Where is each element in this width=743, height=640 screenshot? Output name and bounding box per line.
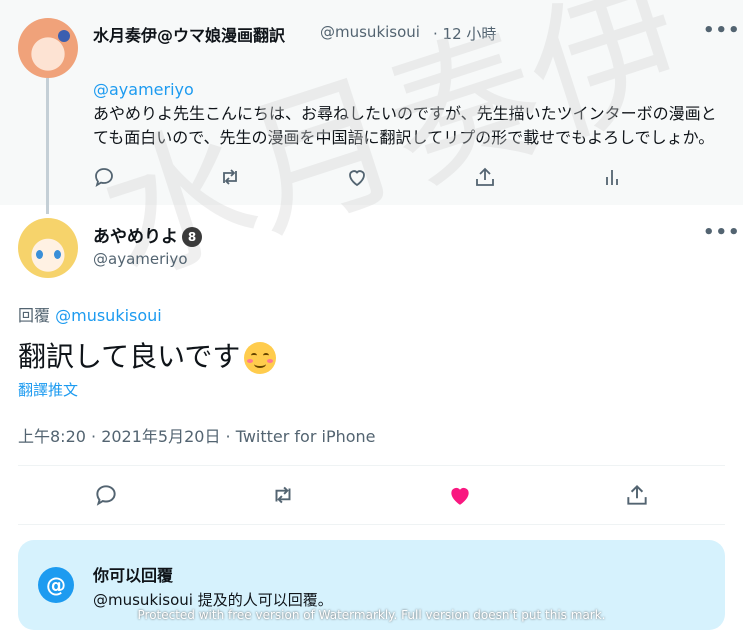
- watermark-footer: Protected with free version of Watermark…: [137, 608, 606, 622]
- tweet-text: あやめりよ先生こんにちは、お尋ねしたいのですが、先生描いたツインターボの漫画とて…: [93, 104, 717, 147]
- analytics-icon[interactable]: [600, 165, 624, 189]
- avatar-eye-icon: [54, 250, 61, 259]
- author-handle[interactable]: @ayameriyo: [93, 250, 188, 268]
- share-icon[interactable]: [473, 165, 497, 189]
- retweet-icon[interactable]: [218, 165, 242, 189]
- tweet-text: 翻訳して良いです: [18, 337, 277, 377]
- more-horizontal-icon[interactable]: •••: [703, 20, 741, 41]
- avatar-eye-icon: [36, 250, 43, 259]
- at-mention-icon: @: [38, 567, 74, 603]
- replying-to-handle[interactable]: @musukisoui: [55, 306, 162, 325]
- tweet-time[interactable]: · 12 小時: [433, 23, 496, 44]
- avatar[interactable]: [18, 218, 78, 278]
- more-horizontal-icon[interactable]: •••: [703, 222, 741, 243]
- smiling-blush-emoji-icon: [244, 342, 277, 374]
- mention-link[interactable]: @ayameriyo: [93, 80, 194, 99]
- divider: [18, 524, 725, 525]
- avatar-flower-icon: [58, 30, 70, 42]
- divider: [18, 465, 725, 466]
- reply-icon[interactable]: [93, 482, 119, 508]
- avatar[interactable]: [18, 18, 78, 78]
- parent-tweet[interactable]: 水月奏伊@ウマ娘漫画翻訳 @musukisoui · 12 小時 ••• @ay…: [0, 0, 743, 205]
- tweet-meta[interactable]: 上午8:20 · 2021年5月20日 · Twitter for iPhone: [18, 423, 376, 447]
- retweet-icon[interactable]: [270, 482, 296, 508]
- author-handle[interactable]: @musukisoui: [320, 23, 420, 41]
- reply-restriction-description: @musukisoui 提及的人可以回覆。: [93, 589, 333, 610]
- share-icon[interactable]: [624, 482, 650, 508]
- tweet-text-content: 翻訳して良いです: [18, 340, 241, 373]
- author-name[interactable]: あやめりよ 8: [93, 222, 202, 247]
- reply-icon[interactable]: [92, 165, 116, 189]
- replying-prefix: 回覆: [18, 306, 51, 325]
- author-name[interactable]: 水月奏伊@ウマ娘漫画翻訳: [93, 22, 285, 46]
- reply-restriction-handle[interactable]: @musukisoui: [93, 591, 193, 609]
- translate-tweet-link[interactable]: 翻譯推文: [18, 379, 78, 400]
- author-name-text[interactable]: あやめりよ: [93, 227, 178, 247]
- replying-to: 回覆 @musukisoui: [18, 302, 162, 326]
- reply-restriction-title: 你可以回覆: [93, 566, 174, 585]
- thread-connector: [46, 78, 49, 214]
- badge-icon: 8: [182, 227, 202, 247]
- reply-restriction-rest: 提及的人可以回覆。: [192, 591, 333, 609]
- like-icon[interactable]: [345, 165, 369, 189]
- like-filled-icon[interactable]: [447, 482, 473, 508]
- tweet-body: @ayameriyo あやめりよ先生こんにちは、お尋ねしたいのですが、先生描いた…: [93, 78, 723, 150]
